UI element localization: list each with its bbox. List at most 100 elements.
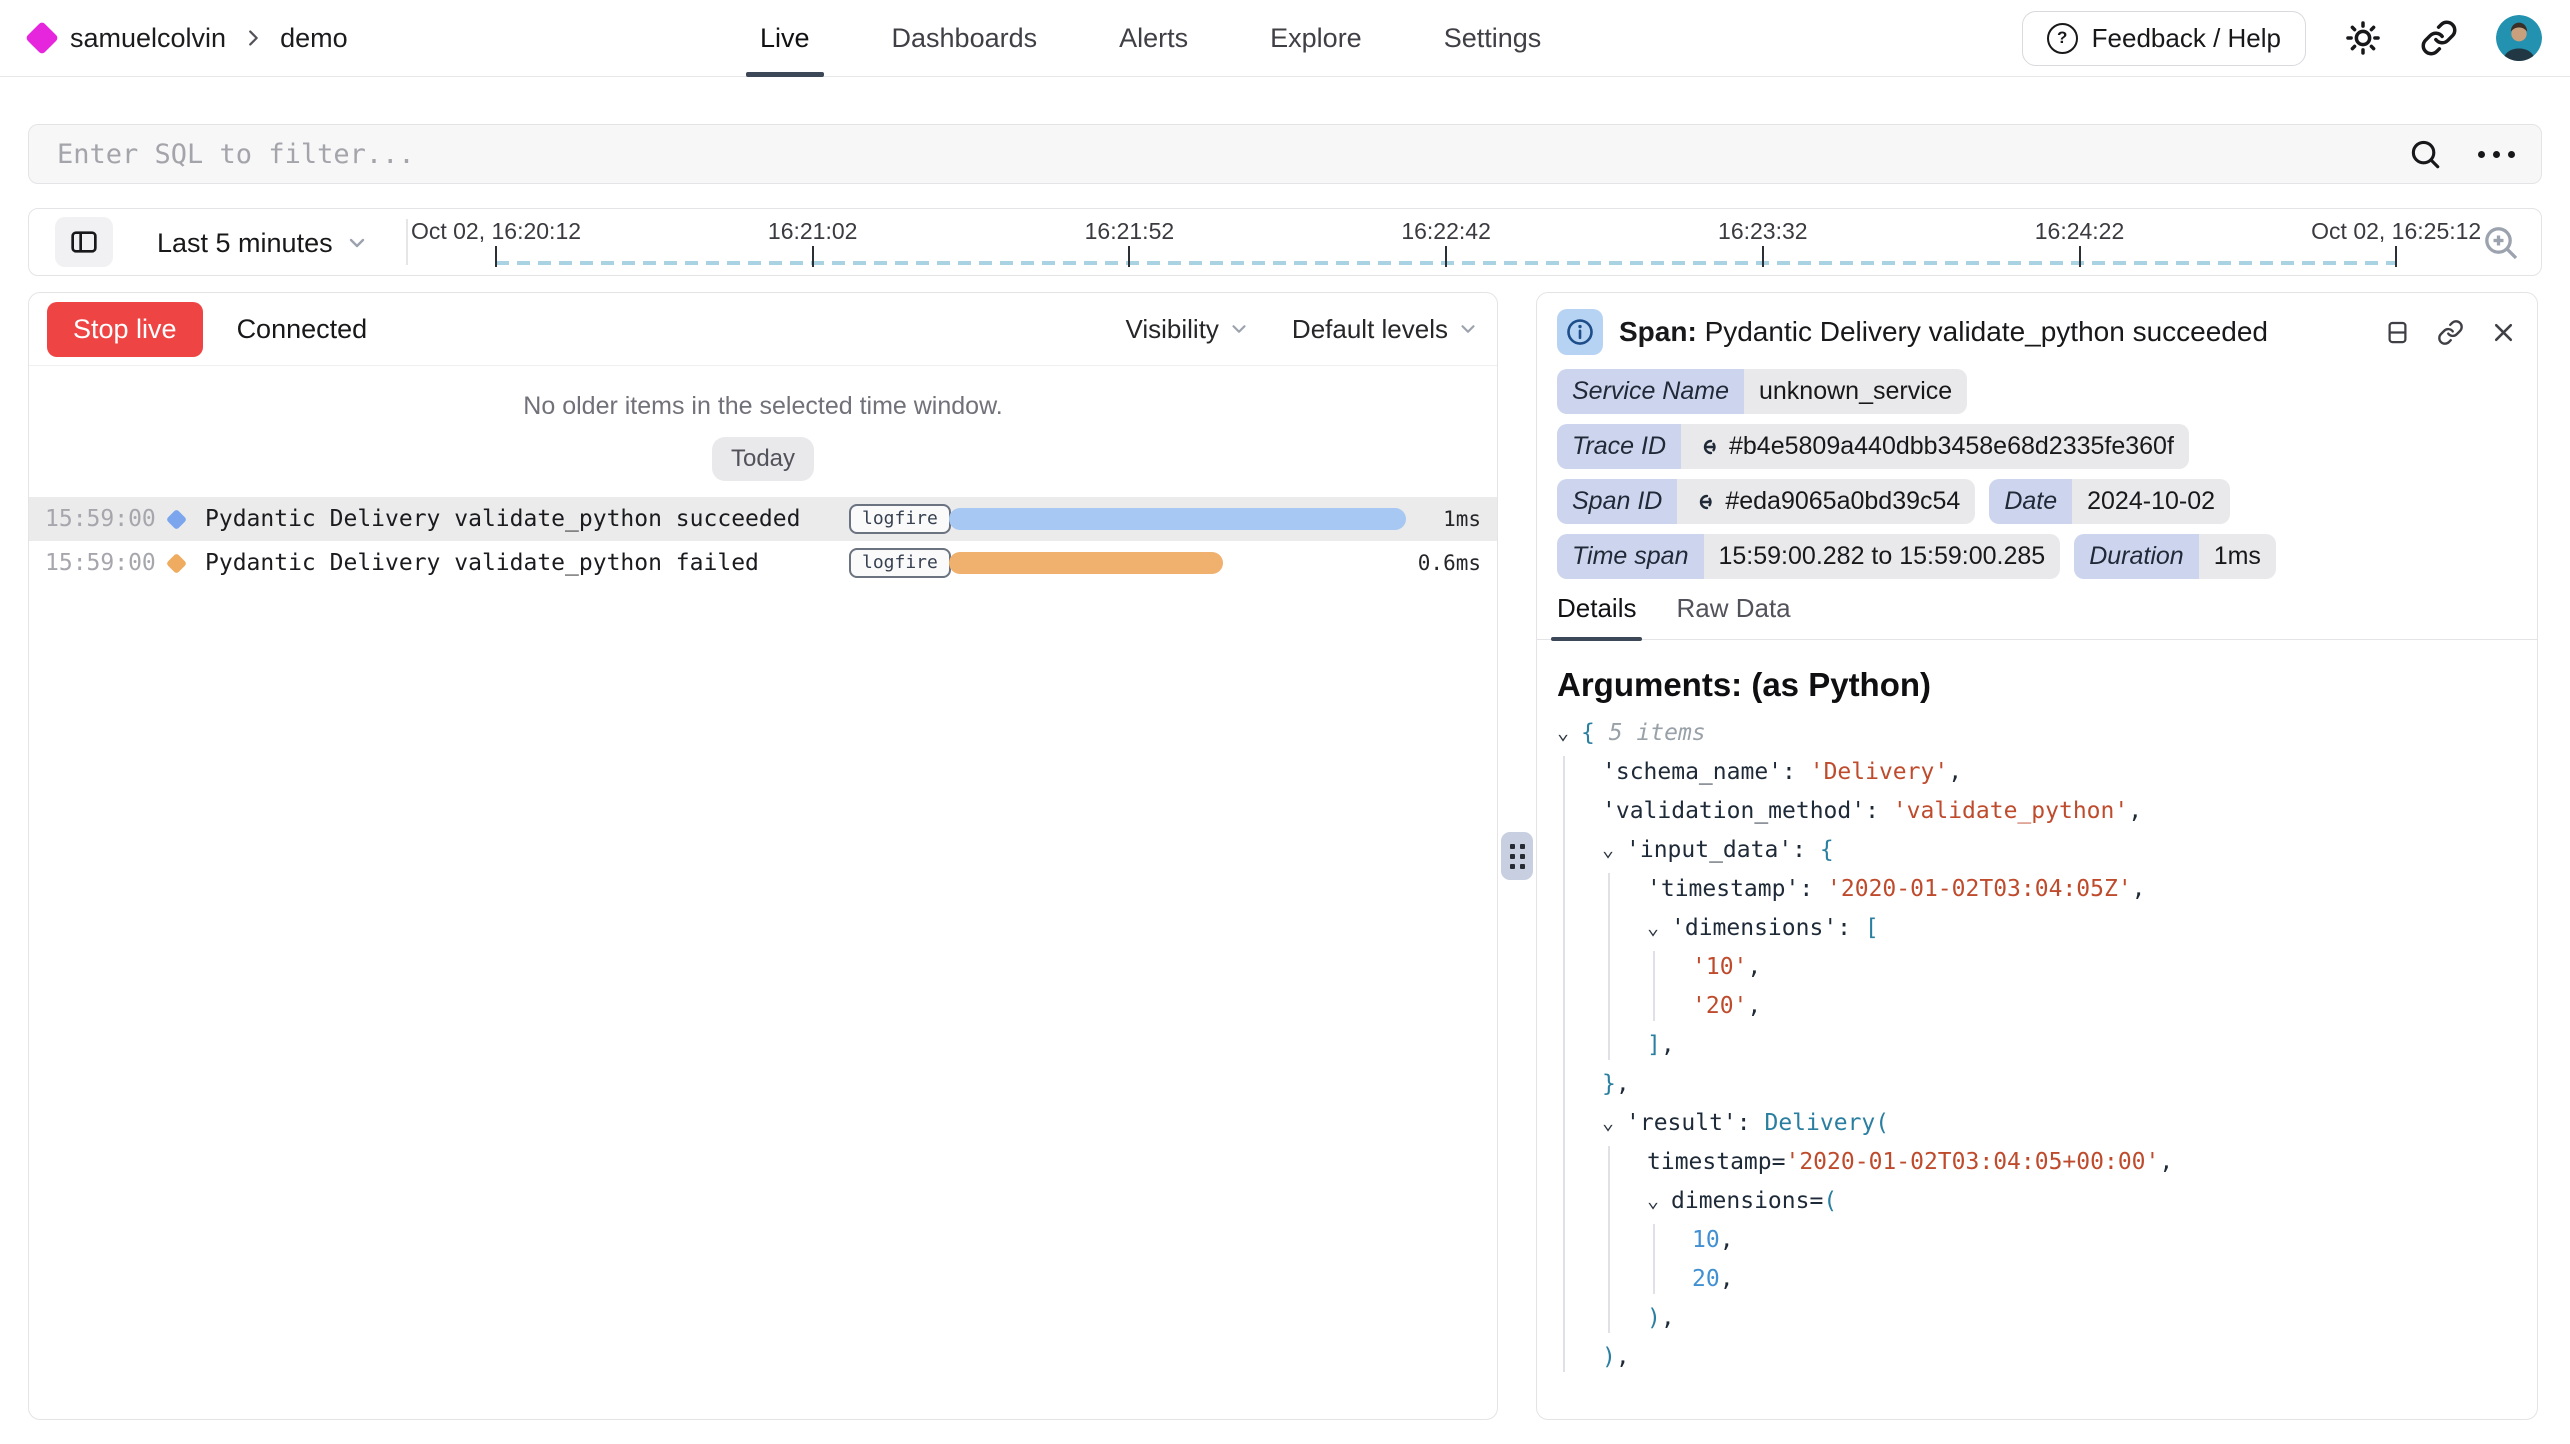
badge-row: Trace ID#b4e5809a440dbb3458e68d2335fe360… bbox=[1557, 424, 2517, 469]
panel-layout-icon[interactable] bbox=[2384, 319, 2411, 346]
timeline-tick-label: 16:21:52 bbox=[1085, 218, 1175, 245]
duration-bar bbox=[949, 508, 1406, 530]
tab-settings[interactable]: Settings bbox=[1444, 0, 1542, 76]
collapse-caret-icon[interactable]: ⌄ bbox=[1602, 1103, 1614, 1142]
log-row[interactable]: 15:59:00Pydantic Delivery validate_pytho… bbox=[29, 497, 1497, 541]
primary-tabs: Live Dashboards Alerts Explore Settings bbox=[760, 0, 1541, 76]
empty-window-message: No older items in the selected time wind… bbox=[29, 392, 1497, 421]
badge-value[interactable]: #eda9065a0bd39c54 bbox=[1677, 479, 1975, 524]
span-title-text: Pydantic Delivery validate_python succee… bbox=[1705, 316, 2268, 347]
code-line: ⌄{ 5 items bbox=[1557, 714, 2537, 753]
code-token-plain: , bbox=[1720, 1266, 1734, 1292]
log-timestamp: 15:59:00 bbox=[45, 541, 156, 585]
visibility-dropdown[interactable]: Visibility bbox=[1125, 314, 1249, 345]
collapse-caret-icon[interactable]: ⌄ bbox=[1647, 908, 1659, 947]
code-token-key: 'timestamp' bbox=[1647, 876, 1799, 902]
code-token-key: 'input_data' bbox=[1626, 837, 1792, 863]
code-token-str: 'Delivery' bbox=[1810, 759, 1948, 785]
code-token-key: 'validation_method' bbox=[1602, 798, 1865, 824]
project-name[interactable]: demo bbox=[280, 23, 348, 54]
code-token-str: '2020-01-02T03:04:05Z' bbox=[1827, 876, 2132, 902]
sql-filter-input[interactable] bbox=[55, 138, 2408, 171]
timeline-tick-label: 16:21:02 bbox=[768, 218, 858, 245]
attribute-badge-time-span: Time span 15:59:00.282 to 15:59:00.285 bbox=[1557, 534, 2060, 579]
org-name[interactable]: samuelcolvin bbox=[70, 23, 226, 54]
code-token-str: '10' bbox=[1692, 954, 1747, 980]
stop-live-button[interactable]: Stop live bbox=[47, 302, 203, 357]
logfire-logo-icon[interactable] bbox=[25, 21, 59, 55]
badge-row: Span ID#eda9065a0bd39c54 Date2024-10-02 bbox=[1557, 479, 2517, 524]
user-avatar[interactable] bbox=[2496, 15, 2542, 61]
link-icon[interactable] bbox=[1692, 490, 1716, 514]
code-token-plain: , bbox=[1661, 1032, 1675, 1058]
code-token-plain: , bbox=[2128, 798, 2142, 824]
badge-label: Date bbox=[1989, 479, 2072, 524]
search-icon[interactable] bbox=[2408, 137, 2442, 171]
code-token-key: 'result' bbox=[1626, 1110, 1737, 1136]
timeline-tick-mark bbox=[1762, 246, 1764, 267]
default-levels-dropdown[interactable]: Default levels bbox=[1292, 314, 1479, 345]
span-attribute-badges: Service Nameunknown_service Trace ID#b4e5… bbox=[1537, 367, 2537, 579]
share-link-icon[interactable] bbox=[2420, 19, 2458, 57]
detail-tabs: Details Raw Data bbox=[1537, 593, 2537, 640]
badge-label: Duration bbox=[2074, 534, 2199, 579]
badge-label: Time span bbox=[1557, 534, 1704, 579]
timeline-tick-mark bbox=[1128, 246, 1130, 267]
tab-live[interactable]: Live bbox=[760, 0, 810, 76]
link-icon[interactable] bbox=[1696, 435, 1720, 459]
badge-value-text: 15:59:00.282 to 15:59:00.285 bbox=[1719, 542, 2046, 571]
log-tag[interactable]: logfire bbox=[849, 504, 951, 534]
code-line: }, bbox=[1557, 1065, 2537, 1104]
log-message: Pydantic Delivery validate_python failed bbox=[205, 541, 759, 585]
code-token-str: '20' bbox=[1692, 993, 1747, 1019]
collapse-caret-icon[interactable]: ⌄ bbox=[1602, 830, 1614, 869]
copy-link-icon[interactable] bbox=[2437, 319, 2464, 346]
code-token-plain: , bbox=[2132, 876, 2146, 902]
badge-label: Trace ID bbox=[1557, 424, 1681, 469]
log-tag[interactable]: logfire bbox=[849, 548, 951, 578]
code-line: ⌄dimensions=( bbox=[1557, 1182, 2537, 1221]
span-kind-diamond-icon bbox=[166, 509, 187, 530]
detail-tab-raw-data[interactable]: Raw Data bbox=[1676, 593, 1790, 639]
live-toolbar: Stop live Connected Visibility Default l… bbox=[29, 293, 1497, 366]
feedback-label: Feedback / Help bbox=[2092, 23, 2281, 54]
tab-alerts[interactable]: Alerts bbox=[1119, 0, 1188, 76]
chevron-down-icon bbox=[1228, 318, 1250, 340]
feedback-help-button[interactable]: ? Feedback / Help bbox=[2022, 11, 2306, 66]
code-token-punct: ( bbox=[1823, 1188, 1837, 1214]
detail-tab-details[interactable]: Details bbox=[1557, 593, 1636, 639]
top-nav: samuelcolvin demo Live Dashboards Alerts Ex… bbox=[0, 0, 2570, 77]
collapse-caret-icon[interactable]: ⌄ bbox=[1647, 1181, 1659, 1220]
badge-value[interactable]: #b4e5809a440dbb3458e68d2335fe360f bbox=[1681, 424, 2189, 469]
tab-dashboards[interactable]: Dashboards bbox=[892, 0, 1038, 76]
code-token-plain: : bbox=[1865, 798, 1893, 824]
timeline-tick-mark bbox=[2395, 246, 2397, 267]
badge-row: Service Nameunknown_service bbox=[1557, 369, 2517, 414]
badge-value: 2024-10-02 bbox=[2072, 479, 2230, 524]
badge-value: 1ms bbox=[2199, 534, 2276, 579]
close-icon[interactable] bbox=[2490, 319, 2517, 346]
panel-resize-handle[interactable] bbox=[1501, 832, 1533, 880]
code-token-punct: } bbox=[1602, 1071, 1616, 1097]
zoom-in-icon[interactable] bbox=[2481, 223, 2521, 263]
header-actions: ? Feedback / Help bbox=[2022, 0, 2542, 76]
logfire-app: samuelcolvin demo Live Dashboards Alerts Ex… bbox=[0, 0, 2570, 1444]
code-token-punct: Delivery( bbox=[1764, 1110, 1889, 1136]
log-row[interactable]: 15:59:00 Pydantic Delivery validate_pytho… bbox=[29, 541, 1497, 585]
live-view-panel: Stop live Connected Visibility Default l… bbox=[28, 292, 1498, 1420]
code-token-plain: , bbox=[2159, 1149, 2173, 1175]
duration-label: 0.6ms bbox=[1418, 541, 1481, 585]
code-token-meta: 5 items bbox=[1595, 720, 1706, 746]
timeline-tick-label: Oct 02, 16:25:12 bbox=[2311, 218, 2481, 245]
code-token-punct: ] bbox=[1647, 1032, 1661, 1058]
timeline[interactable]: Oct 02, 16:20:1216:21:0216:21:5216:22:42… bbox=[29, 209, 2541, 275]
code-line: ), bbox=[1557, 1299, 2537, 1338]
collapse-caret-icon[interactable]: ⌄ bbox=[1557, 713, 1569, 752]
timeline-tick-label: 16:22:42 bbox=[1401, 218, 1491, 245]
badge-label: Span ID bbox=[1557, 479, 1677, 524]
timeline-tick-mark bbox=[2079, 246, 2081, 267]
more-options-icon[interactable] bbox=[2478, 151, 2515, 158]
theme-toggle-sun-icon[interactable] bbox=[2344, 19, 2382, 57]
info-icon bbox=[1557, 309, 1603, 355]
tab-explore[interactable]: Explore bbox=[1270, 0, 1362, 76]
